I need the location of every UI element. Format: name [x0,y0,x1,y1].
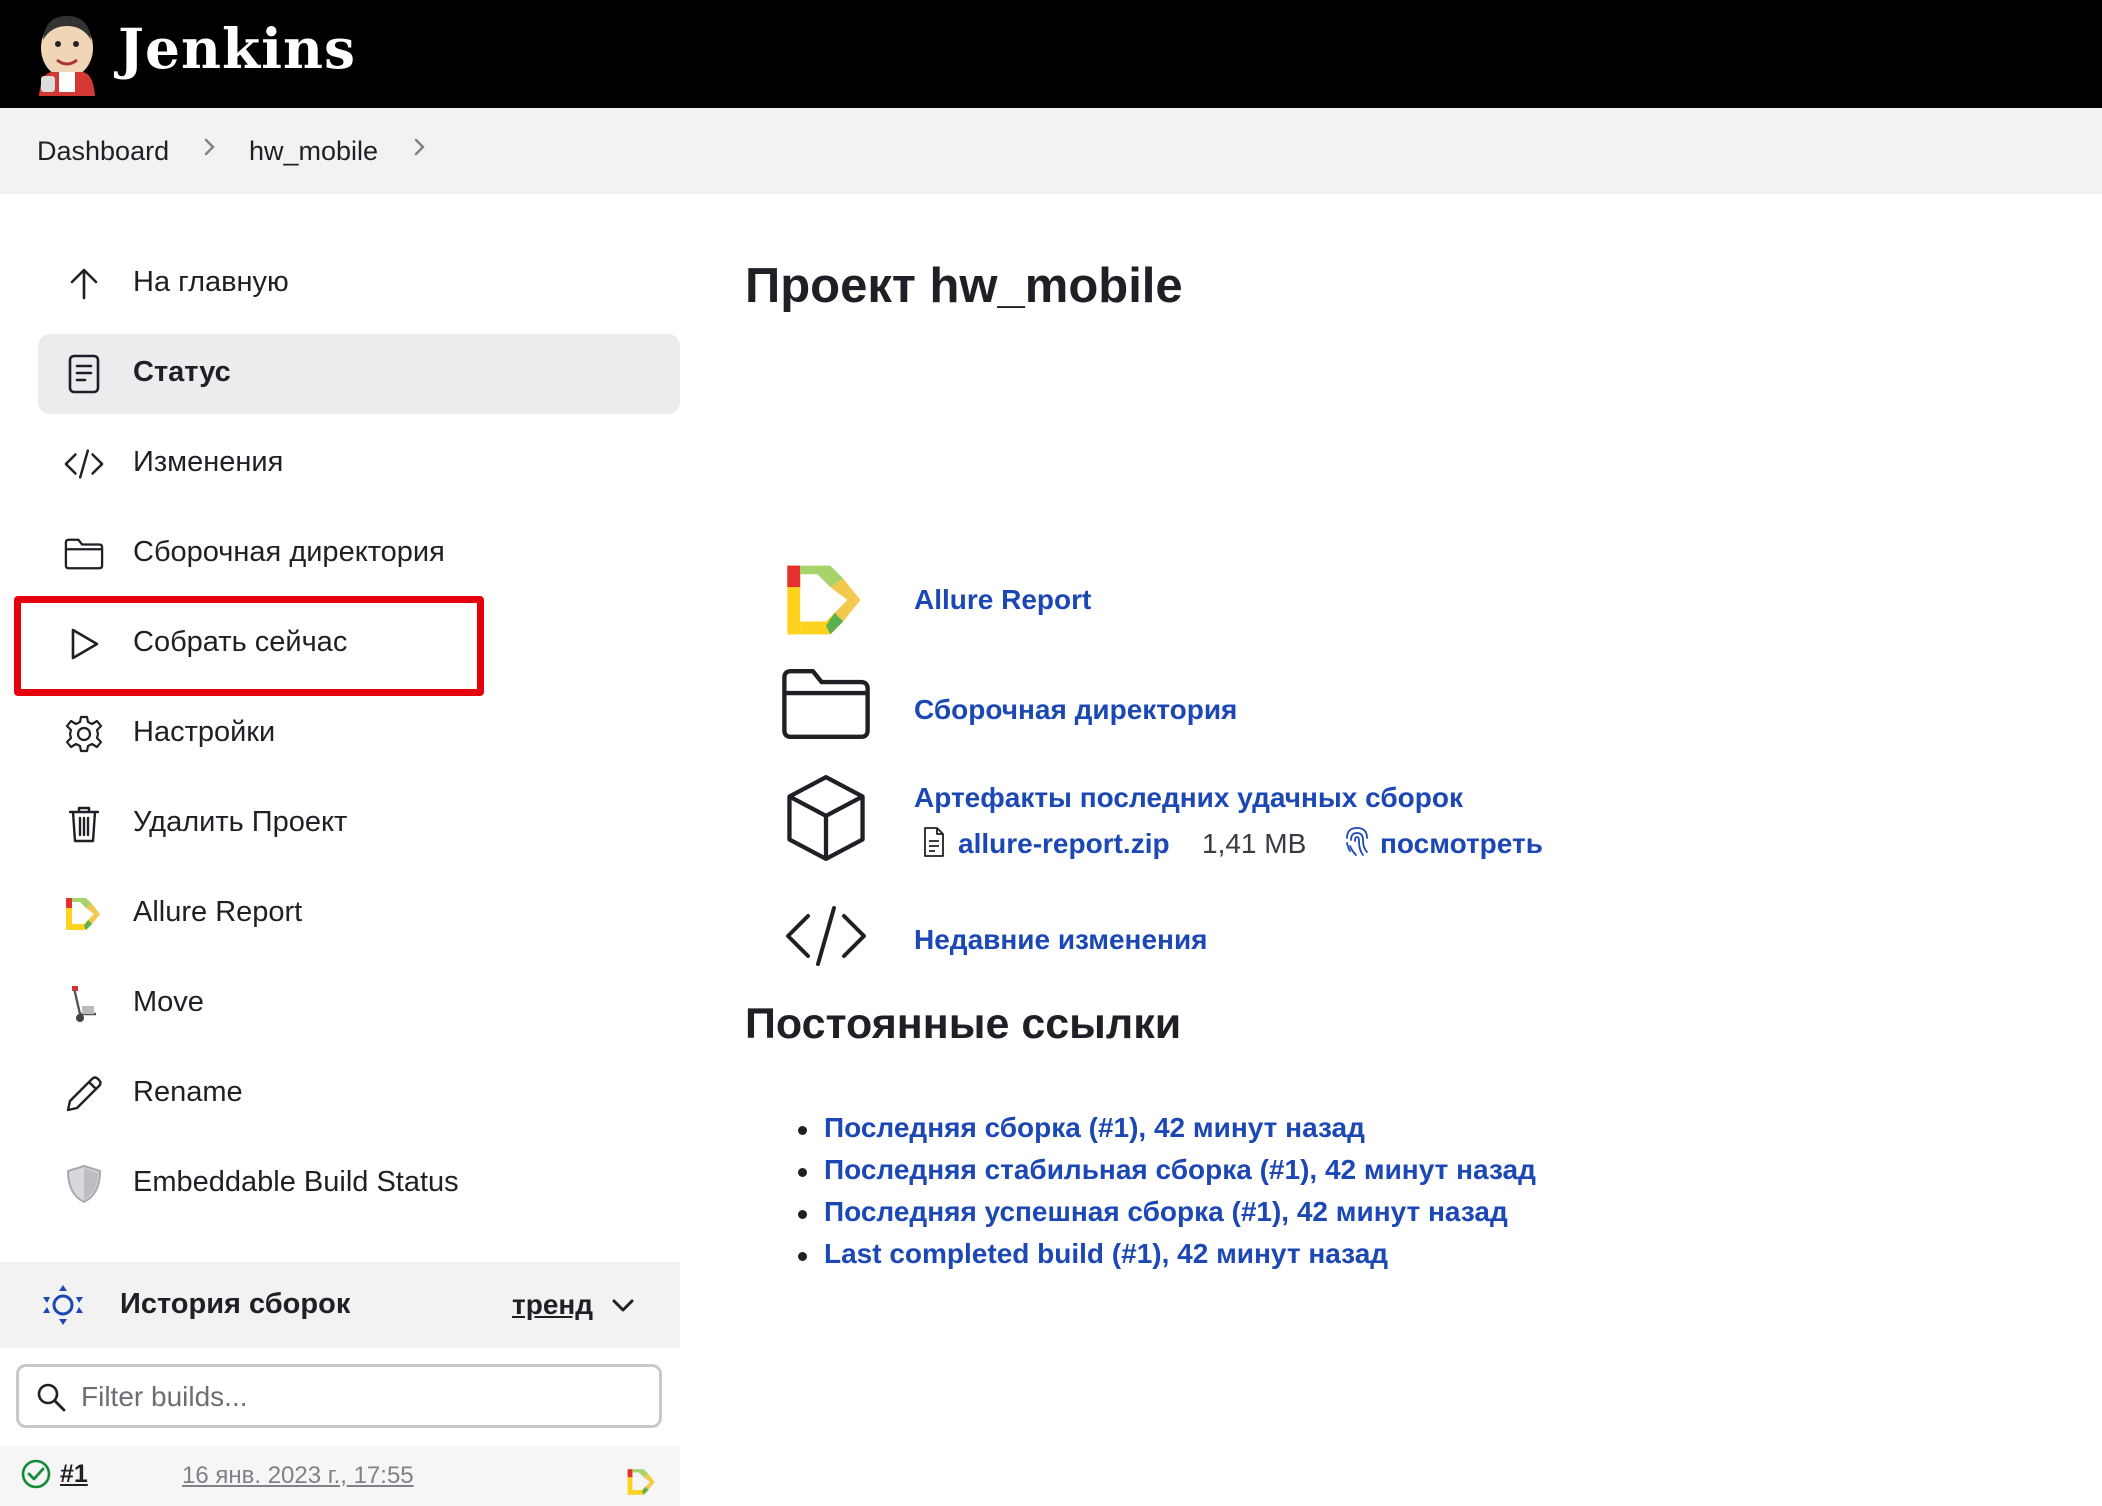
folder-icon[interactable] [778,656,874,752]
permalink-last-successful-build[interactable]: Последняя успешная сборка (#1), 42 минут… [796,1196,1536,1238]
artifact-size: 1,41 MB [1202,828,1307,859]
sidebar-item-label: На главную [133,266,289,298]
sidebar-item-allure-report[interactable]: Allure Report [38,874,680,954]
jenkins-logo-icon[interactable] [33,10,101,96]
filter-builds-input[interactable] [79,1377,643,1417]
success-check-icon [21,1459,51,1489]
sidebar-item-changes[interactable]: Изменения [38,424,680,504]
gear-icon [64,714,104,754]
chevron-down-icon[interactable] [610,1294,636,1318]
build-history-icon [43,1285,83,1325]
allure-icon[interactable] [626,1466,658,1498]
build-history-header: История сборок тренд [0,1262,680,1348]
sidebar-item-move[interactable]: Move [38,964,680,1044]
breadcrumb: Dashboard hw_mobile [0,108,2102,194]
page-title: Проект hw_mobile [745,259,1183,313]
workspace-link[interactable]: Сборочная директория [914,694,1237,726]
permalinks-title: Постоянные ссылки [745,1000,1182,1048]
artifacts-link[interactable]: Артефакты последних удачных сборок [914,782,1463,814]
sidebar-item-home[interactable]: На главную [38,244,680,324]
pencil-icon [64,1074,104,1114]
permalink-last-stable-build[interactable]: Последняя стабильная сборка (#1), 42 мин… [796,1154,1536,1196]
sidebar-item-label: Удалить Проект [133,806,348,838]
chevron-right-icon[interactable] [410,132,430,162]
trend-link[interactable]: тренд [512,1289,593,1321]
search-icon [37,1383,66,1412]
folder-icon [64,534,104,574]
allure-icon[interactable] [778,552,874,648]
file-icon [924,827,944,857]
chevron-right-icon[interactable] [200,132,220,162]
sidebar-item-label: Allure Report [133,896,303,928]
build-row[interactable]: #1 16 янв. 2023 г., 17:55 [0,1446,680,1506]
top-bar: Jenkins [0,0,2102,108]
sidebar-item-rename[interactable]: Rename [38,1054,680,1134]
permalink-last-build[interactable]: Последняя сборка (#1), 42 минут назад [796,1112,1536,1154]
build-date-link[interactable]: 16 янв. 2023 г., 17:55 [182,1462,414,1490]
sidebar-item-label: Статус [133,356,231,388]
sidebar-item-label: Embeddable Build Status [133,1166,459,1198]
package-icon [778,770,874,866]
artifact-file-link[interactable]: allure-report.zip [958,828,1170,860]
view-artifact-link[interactable]: посмотреть [1380,828,1543,860]
document-icon [64,354,104,394]
sidebar-item-label: Rename [133,1076,243,1108]
sidebar-item-label: Изменения [133,446,284,478]
sidebar-item-status[interactable]: Статус [38,334,680,414]
sidebar-item-workspace[interactable]: Сборочная директория [38,514,680,594]
highlight-box [14,596,484,696]
arrow-up-icon [64,264,104,304]
sidebar-item-delete[interactable]: Удалить Проект [38,784,680,864]
sidebar-item-label: Сборочная директория [133,536,445,568]
code-icon [64,444,104,484]
app-title[interactable]: Jenkins [118,16,356,81]
move-icon [64,984,104,1024]
code-icon[interactable] [778,888,874,984]
filter-builds-field [16,1364,662,1428]
build-history-title: История сборок [120,1288,351,1320]
allure-report-link[interactable]: Allure Report [914,584,1091,616]
permalink-last-completed-build[interactable]: Last completed build (#1), 42 минут наза… [796,1238,1536,1280]
recent-changes-link[interactable]: Недавние изменения [914,924,1208,956]
sidebar-item-settings[interactable]: Настройки [38,694,680,774]
trash-icon [64,804,104,844]
build-number-link[interactable]: #1 [60,1460,88,1489]
permalinks-list: Последняя сборка (#1), 42 минут назад По… [796,1112,1536,1280]
sidebar-item-label: Move [133,986,204,1018]
allure-icon [64,894,104,934]
shield-icon [64,1164,104,1204]
breadcrumb-item-dashboard[interactable]: Dashboard [37,136,169,167]
sidebar-item-embeddable-build-status[interactable]: Embeddable Build Status [38,1144,680,1224]
fingerprint-icon[interactable] [1342,824,1372,858]
sidebar-item-label: Настройки [133,716,276,748]
breadcrumb-item-project[interactable]: hw_mobile [249,136,378,167]
